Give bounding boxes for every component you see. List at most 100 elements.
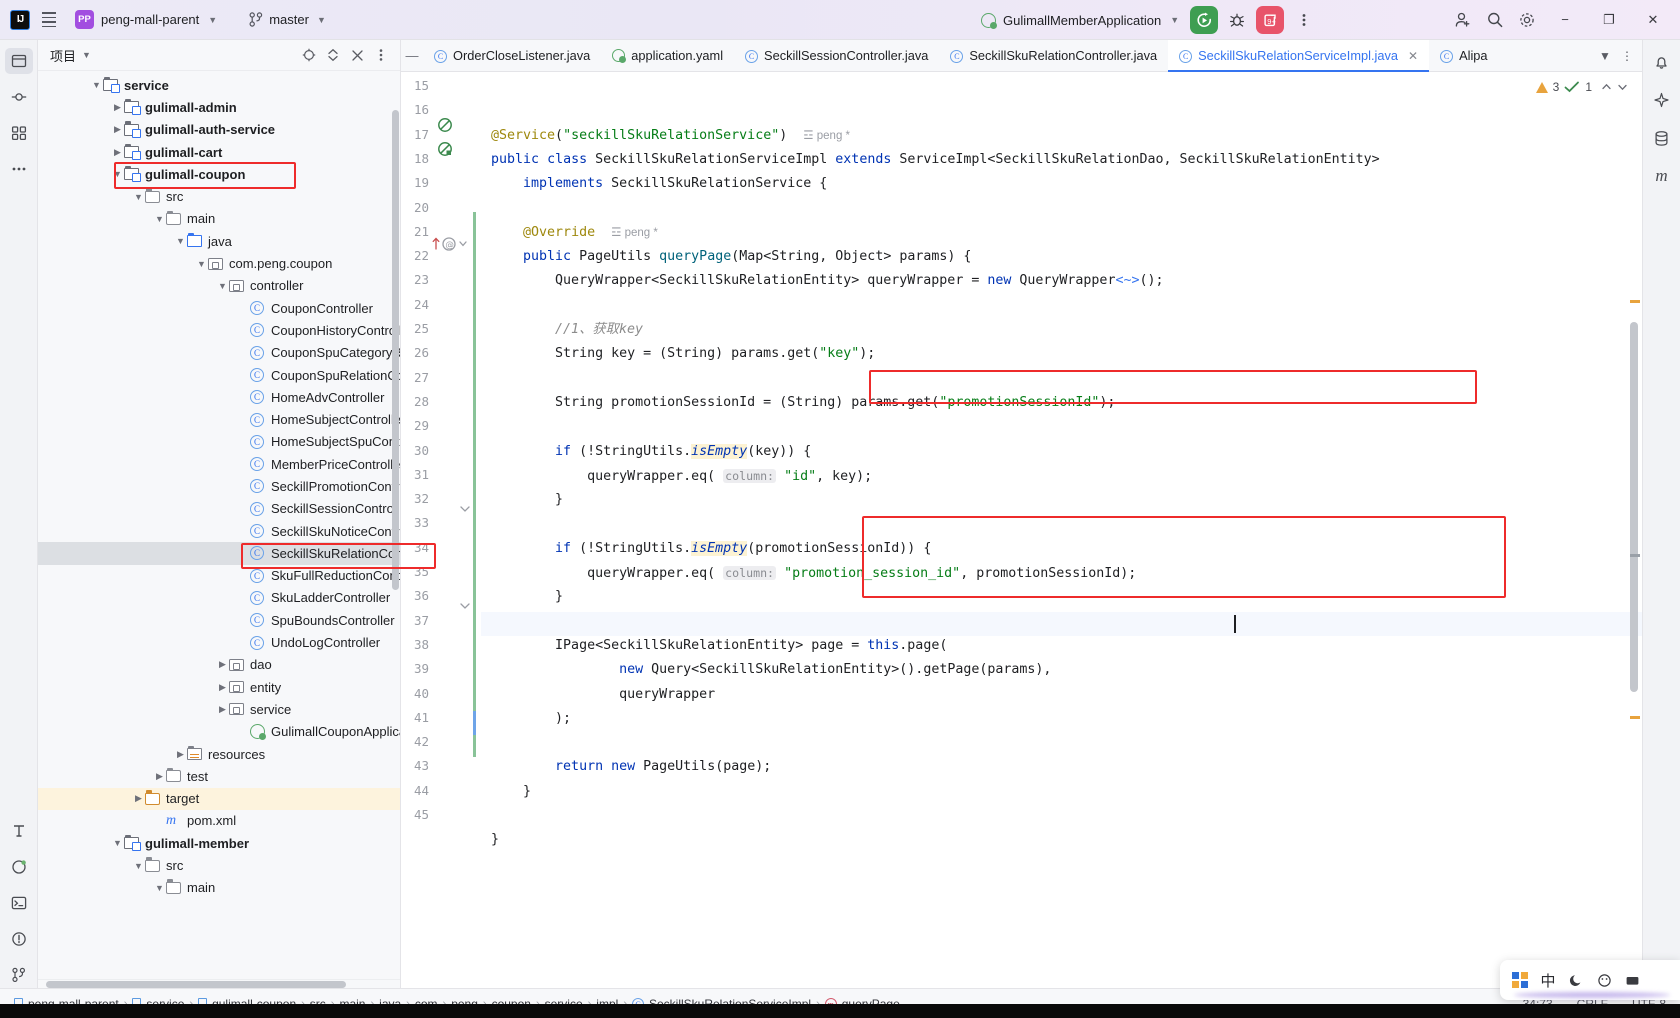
editor-tab-seckillsessioncontroller-java[interactable]: C SeckillSessionController.java bbox=[734, 40, 939, 71]
editor-vertical-scrollbar[interactable] bbox=[1630, 322, 1638, 692]
bean-gutter-icon[interactable] bbox=[437, 141, 455, 159]
editor-tab-application-yaml[interactable]: application.yaml bbox=[601, 40, 734, 71]
editor-tab-ordercloselistener-java[interactable]: C OrderCloseListener.java bbox=[423, 40, 601, 71]
tab-list-chevron-icon[interactable]: ▼ bbox=[1594, 45, 1616, 67]
tree-node-couponspurelationcontroller[interactable]: C CouponSpuRelationController bbox=[38, 364, 400, 386]
code-editor[interactable]: @ 15 16 17 18 19 20 21 22 23 24 25 26 27 28 29 30 31 32 33… bbox=[401, 72, 1642, 988]
terminal-tool-icon[interactable] bbox=[5, 890, 33, 916]
run-button[interactable] bbox=[1190, 6, 1219, 34]
tree-node-pom-xml[interactable]: m pom.xml bbox=[38, 810, 400, 832]
maximize-button[interactable]: ❐ bbox=[1588, 1, 1630, 39]
project-tree[interactable]: ▼ service ▶ gulimall-admin ▶ gulimall-auth-se… bbox=[38, 71, 400, 988]
tree-vertical-scrollbar[interactable] bbox=[392, 110, 399, 590]
git-tool-icon[interactable] bbox=[5, 962, 33, 988]
add-user-button[interactable] bbox=[1448, 5, 1478, 35]
ime-language-indicator[interactable]: 中 bbox=[1541, 970, 1556, 991]
tree-node-service[interactable]: ▶ service bbox=[38, 698, 400, 720]
tree-expand-arrow[interactable]: ▼ bbox=[132, 192, 145, 202]
tree-node-spuboundscontroller[interactable]: C SpuBoundsController bbox=[38, 609, 400, 631]
expand-collapse-icon[interactable] bbox=[322, 44, 344, 66]
editor-tab-seckillskurelationserviceimpl-java[interactable]: C SeckillSkuRelationServiceImpl.java ✕ bbox=[1168, 40, 1430, 72]
service-bean-gutter-icon[interactable] bbox=[437, 117, 455, 135]
chevron-down-icon-insp[interactable] bbox=[1617, 81, 1628, 93]
tree-expand-arrow[interactable]: ▶ bbox=[216, 659, 229, 670]
tree-node-main[interactable]: ▼ main bbox=[38, 208, 400, 230]
tree-node-service[interactable]: ▼ service bbox=[38, 74, 400, 96]
editor-tab-seckillskurelationcontroller-java[interactable]: C SeckillSkuRelationController.java bbox=[939, 40, 1168, 71]
build-tool-icon[interactable] bbox=[5, 854, 33, 880]
ime-moon-icon[interactable] bbox=[1569, 973, 1584, 988]
tree-expand-arrow[interactable]: ▶ bbox=[111, 102, 124, 113]
implementing-method-gutter-icon[interactable]: @ bbox=[431, 235, 473, 253]
tree-expand-arrow[interactable]: ▼ bbox=[174, 236, 187, 246]
more-tools-icon[interactable] bbox=[5, 156, 33, 182]
options-menu-icon[interactable] bbox=[370, 44, 392, 66]
tree-node-seckillskunoticecontroller[interactable]: C SeckillSkuNoticeController bbox=[38, 520, 400, 542]
tree-node-skuladdercontroller[interactable]: C SkuLadderController bbox=[38, 587, 400, 609]
tree-expand-arrow[interactable]: ▶ bbox=[111, 124, 124, 135]
database-icon[interactable] bbox=[1649, 126, 1675, 150]
tree-expand-arrow[interactable]: ▼ bbox=[195, 259, 208, 269]
structure-tool-icon[interactable] bbox=[5, 120, 33, 146]
tree-expand-arrow[interactable]: ▼ bbox=[153, 214, 166, 224]
tree-node-couponcontroller[interactable]: C CouponController bbox=[38, 297, 400, 319]
tree-node-target[interactable]: ▶ target bbox=[38, 787, 400, 810]
editor-tab-alipa[interactable]: C Alipa bbox=[1429, 40, 1498, 71]
chevron-up-icon[interactable] bbox=[1601, 81, 1612, 93]
tree-expand-arrow[interactable]: ▼ bbox=[111, 169, 124, 179]
tree-node-gulimall-cart[interactable]: ▶ gulimall-cart bbox=[38, 141, 400, 163]
ime-toolbar[interactable]: 中 bbox=[1500, 960, 1680, 1000]
tree-expand-arrow[interactable]: ▶ bbox=[216, 682, 229, 693]
collapse-tabs-icon[interactable]: — bbox=[401, 40, 423, 71]
tree-expand-arrow[interactable]: ▶ bbox=[216, 704, 229, 715]
run-configuration-selector[interactable]: GulimallMemberApplication ▼ bbox=[975, 10, 1185, 31]
tree-expand-arrow[interactable]: ▶ bbox=[111, 147, 124, 158]
close-button[interactable]: ✕ bbox=[1632, 1, 1674, 39]
tree-node-gulimall-admin[interactable]: ▶ gulimall-admin bbox=[38, 96, 400, 118]
hamburger-menu-icon[interactable] bbox=[40, 8, 58, 31]
tree-node-couponhistorycontroller[interactable]: C CouponHistoryController bbox=[38, 319, 400, 341]
branch-selector[interactable]: master ▼ bbox=[242, 9, 333, 30]
code-content[interactable]: @Service("seckillSkuRelationService") ☲ … bbox=[481, 72, 1642, 988]
tree-node-seckillskurelationcontroller[interactable]: C SeckillSkuRelationController bbox=[38, 542, 400, 565]
tree-node-com-peng-coupon[interactable]: ▼ com.peng.coupon bbox=[38, 252, 400, 274]
settings-button[interactable] bbox=[1512, 5, 1542, 35]
fold-arrow-33[interactable] bbox=[459, 599, 473, 617]
tree-node-skufullreductioncontroller[interactable]: C SkuFullReductionController bbox=[38, 565, 400, 587]
tree-node-java[interactable]: ▼ java bbox=[38, 230, 400, 252]
tree-node-gulimall-coupon[interactable]: ▼ gulimall-coupon bbox=[38, 163, 400, 185]
commit-tool-icon[interactable] bbox=[5, 84, 33, 110]
editor-gutter[interactable]: @ 15 16 17 18 19 20 21 22 23 24 25 26 27 28 29 30 31 32 33… bbox=[401, 72, 481, 988]
tree-node-entity[interactable]: ▶ entity bbox=[38, 676, 400, 698]
tree-node-memberpricecontroller[interactable]: C MemberPriceController bbox=[38, 453, 400, 475]
ime-smiley-icon[interactable] bbox=[1597, 973, 1612, 988]
tree-expand-arrow[interactable]: ▼ bbox=[153, 883, 166, 893]
tree-node-src[interactable]: ▼ src bbox=[38, 185, 400, 207]
project-tool-icon[interactable] bbox=[4, 48, 33, 74]
tree-node-gulimallcouponapplication[interactable]: GulimallCouponApplication bbox=[38, 721, 400, 743]
tree-node-undologcontroller[interactable]: C UndoLogController bbox=[38, 631, 400, 653]
maven-icon[interactable]: m bbox=[1649, 164, 1675, 188]
tree-node-seckillpromotioncontroller[interactable]: C SeckillPromotionController bbox=[38, 475, 400, 497]
notifications-icon[interactable] bbox=[1649, 50, 1675, 74]
tree-expand-arrow[interactable]: ▶ bbox=[174, 749, 187, 760]
tree-expand-arrow[interactable]: ▼ bbox=[216, 281, 229, 291]
problems-tool-icon[interactable] bbox=[5, 926, 33, 952]
tree-node-src[interactable]: ▼ src bbox=[38, 854, 400, 876]
project-selector[interactable]: PP peng-mall-parent ▼ bbox=[68, 7, 224, 32]
tree-node-seckillsessioncontroller[interactable]: C SeckillSessionController bbox=[38, 498, 400, 520]
fold-arrow-29[interactable] bbox=[459, 502, 473, 520]
tree-node-gulimall-auth-service[interactable]: ▶ gulimall-auth-service bbox=[38, 119, 400, 141]
minimize-button[interactable]: − bbox=[1544, 1, 1586, 39]
tree-node-main[interactable]: ▼ main bbox=[38, 877, 400, 899]
tree-node-homeadvcontroller[interactable]: C HomeAdvController bbox=[38, 386, 400, 408]
inspection-widget[interactable]: 3 1 bbox=[1535, 80, 1628, 94]
search-everywhere-button[interactable] bbox=[1480, 5, 1510, 35]
tree-expand-arrow[interactable]: ▼ bbox=[132, 861, 145, 871]
tree-node-homesubjectcontroller[interactable]: C HomeSubjectController bbox=[38, 408, 400, 430]
tree-expand-arrow[interactable]: ▶ bbox=[132, 793, 145, 804]
tab-options-icon[interactable]: ⋮ bbox=[1616, 45, 1638, 67]
more-run-options-button[interactable] bbox=[1289, 5, 1319, 35]
project-view-chevron-icon[interactable]: ▼ bbox=[82, 50, 91, 60]
tree-node-couponspucategoryrelationco[interactable]: C CouponSpuCategoryRelationCo bbox=[38, 342, 400, 364]
